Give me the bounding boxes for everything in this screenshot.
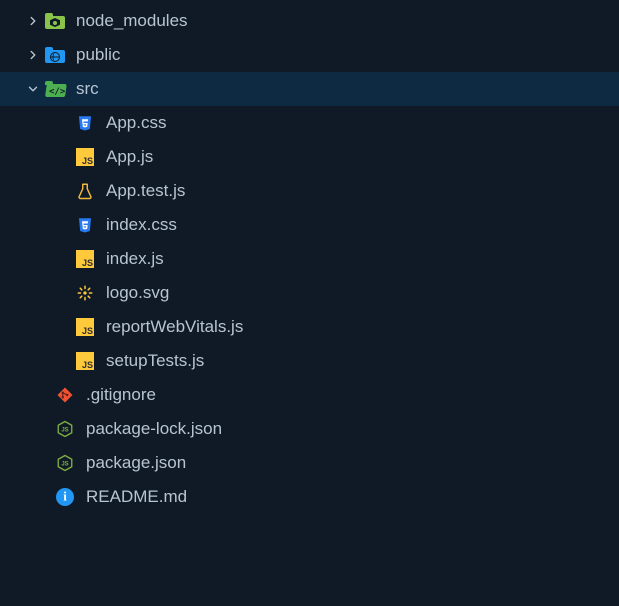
tree-item-label: index.css [106, 215, 177, 235]
nodejs-icon: JS [54, 452, 76, 474]
folder-node-modules [44, 10, 66, 32]
tree-item-logo-svg[interactable]: logo.svg [0, 276, 619, 310]
tree-item-label: README.md [86, 487, 187, 507]
svg-text:JS: JS [61, 461, 68, 467]
tree-item-label: public [76, 45, 120, 65]
chevron-right-icon[interactable] [22, 14, 44, 28]
tree-item-gitignore[interactable]: .gitignore [0, 378, 619, 412]
tree-item-label: App.test.js [106, 181, 185, 201]
tree-item-label: package-lock.json [86, 419, 222, 439]
svg-icon [74, 282, 96, 304]
test-icon [74, 180, 96, 202]
js-icon [74, 316, 96, 338]
tree-item-label: index.js [106, 249, 164, 269]
tree-item-label: App.css [106, 113, 166, 133]
css-icon [74, 112, 96, 134]
tree-item-app-test-js[interactable]: App.test.js [0, 174, 619, 208]
tree-item-index-js[interactable]: index.js [0, 242, 619, 276]
tree-item-app-css[interactable]: App.css [0, 106, 619, 140]
tree-item-label: reportWebVitals.js [106, 317, 243, 337]
tree-item-label: package.json [86, 453, 186, 473]
tree-item-package-json[interactable]: JS package.json [0, 446, 619, 480]
css-icon [74, 214, 96, 236]
git-icon [54, 384, 76, 406]
chevron-down-icon[interactable] [22, 82, 44, 96]
js-icon [74, 248, 96, 270]
tree-item-label: .gitignore [86, 385, 156, 405]
folder-src: </> [44, 78, 66, 100]
nodejs-icon: JS [54, 418, 76, 440]
chevron-right-icon[interactable] [22, 48, 44, 62]
tree-item-label: node_modules [76, 11, 188, 31]
info-icon [54, 486, 76, 508]
tree-item-index-css[interactable]: index.css [0, 208, 619, 242]
tree-item-package-lock[interactable]: JS package-lock.json [0, 412, 619, 446]
file-explorer-tree: node_modulespublic </> src App.css App.js App… [0, 4, 619, 514]
svg-text:JS: JS [61, 427, 68, 433]
tree-item-readme[interactable]: README.md [0, 480, 619, 514]
tree-item-label: logo.svg [106, 283, 169, 303]
tree-item-node_modules[interactable]: node_modules [0, 4, 619, 38]
tree-item-setup-tests[interactable]: setupTests.js [0, 344, 619, 378]
tree-item-app-js[interactable]: App.js [0, 140, 619, 174]
tree-item-src[interactable]: </> src [0, 72, 619, 106]
tree-item-public[interactable]: public [0, 38, 619, 72]
js-icon [74, 350, 96, 372]
tree-item-label: src [76, 79, 99, 99]
folder-public [44, 44, 66, 66]
tree-item-label: setupTests.js [106, 351, 204, 371]
tree-item-report-web-vitals[interactable]: reportWebVitals.js [0, 310, 619, 344]
js-icon [74, 146, 96, 168]
tree-item-label: App.js [106, 147, 153, 167]
